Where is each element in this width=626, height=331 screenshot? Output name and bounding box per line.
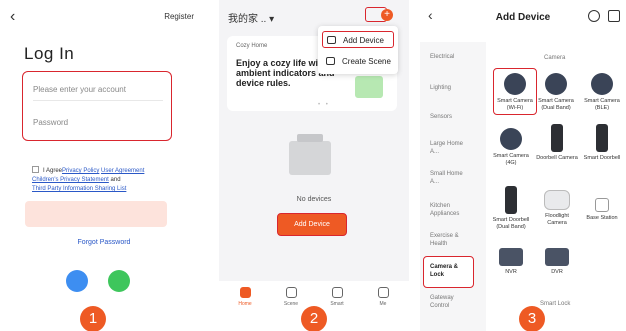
device-label: NVR bbox=[505, 269, 517, 275]
nvr-icon bbox=[499, 248, 523, 266]
smart-icon bbox=[331, 287, 343, 298]
carousel-dots: • • bbox=[318, 102, 330, 108]
login-button[interactable] bbox=[25, 201, 167, 227]
device-label: Doorbell Camera bbox=[536, 155, 578, 161]
device-smart-camera-dual-band[interactable]: Smart Camera (Dual Band) bbox=[534, 73, 578, 111]
lamp-illustration-icon bbox=[355, 76, 383, 98]
device-floodlight-camera[interactable]: Floodlight Camera bbox=[535, 190, 579, 226]
tab-label: Me bbox=[379, 301, 387, 307]
category-kitchen[interactable]: Kitchen Appliances bbox=[430, 202, 474, 218]
category-small-home[interactable]: Small Home A... bbox=[430, 170, 464, 186]
device-label: Smart Doorbell bbox=[583, 155, 621, 161]
tab-label: Home bbox=[238, 301, 252, 307]
device-label: Smart Doorbell (Dual Band) bbox=[492, 217, 530, 230]
menu-item-label: Add Device bbox=[343, 36, 384, 45]
scan-icon[interactable] bbox=[588, 10, 600, 22]
device-label: Smart Camera (Wi-Fi) bbox=[497, 98, 533, 111]
device-label: Smart Camera (BLE) bbox=[584, 98, 620, 111]
tab-label: Scene bbox=[283, 301, 299, 307]
home-selector[interactable]: 我的家 .. ▾ bbox=[228, 10, 274, 25]
step-badge: 3 bbox=[519, 306, 545, 331]
section-camera: Camera bbox=[544, 55, 566, 61]
agreement-text: I AgreePrivacy Policy User Agreement Chi… bbox=[32, 166, 182, 194]
tab-me[interactable]: Me bbox=[365, 287, 401, 307]
tab-smart[interactable]: Smart bbox=[319, 287, 355, 307]
profile-icon bbox=[377, 287, 389, 298]
no-devices-text: No devices bbox=[296, 196, 332, 203]
category-exercise[interactable]: Exercise & Health bbox=[430, 232, 470, 248]
doorbell-icon bbox=[596, 124, 608, 152]
page-title: Log In bbox=[24, 44, 75, 63]
card-caption: Cozy Home bbox=[236, 43, 268, 49]
doorbell-icon bbox=[551, 124, 563, 152]
login-screen: ‹ Register Log In Please enter your acco… bbox=[0, 0, 208, 331]
agree-checkbox[interactable] bbox=[32, 166, 39, 173]
menu-item-add-device[interactable]: Add Device bbox=[322, 31, 394, 48]
third-party-link[interactable]: Third Party Information Sharing List bbox=[32, 186, 126, 192]
device-smart-doorbell-dual-band[interactable]: Smart Doorbell (Dual Band) bbox=[489, 186, 533, 230]
device-icon bbox=[327, 36, 336, 44]
category-lighting[interactable]: Lighting bbox=[430, 84, 482, 92]
device-base-station[interactable]: Base Station bbox=[580, 198, 624, 222]
base-station-icon bbox=[595, 198, 609, 212]
scene-tab-icon bbox=[285, 287, 297, 298]
category-large-home[interactable]: Large Home A... bbox=[430, 140, 464, 156]
password-input[interactable]: Password bbox=[33, 118, 163, 133]
register-link[interactable]: Register bbox=[164, 12, 194, 21]
doorbell-icon bbox=[505, 186, 517, 214]
empty-box-icon bbox=[289, 134, 331, 175]
menu-item-label: Create Scene bbox=[342, 57, 391, 66]
device-doorbell-camera[interactable]: Doorbell Camera bbox=[535, 124, 579, 162]
add-menu: Add Device Create Scene bbox=[318, 26, 398, 74]
add-device-screen: ‹ Add Device Electrical Lighting Sensors… bbox=[420, 0, 626, 331]
device-label: Smart Camera (4G) bbox=[493, 153, 529, 166]
account-input[interactable]: Please enter your account bbox=[33, 85, 163, 101]
step-badge: 2 bbox=[301, 306, 327, 331]
device-label: Smart Camera (Dual Band) bbox=[538, 98, 574, 111]
wechat-login-icon[interactable] bbox=[108, 270, 130, 292]
childrens-privacy-link[interactable]: Children's Privacy Statement bbox=[32, 177, 109, 183]
device-nvr[interactable]: NVR bbox=[489, 248, 533, 276]
tab-scene[interactable]: Scene bbox=[273, 287, 309, 307]
device-smart-doorbell[interactable]: Smart Doorbell bbox=[580, 124, 624, 162]
camera-icon bbox=[500, 128, 522, 150]
home-screen: 我的家 .. ▾ + Cozy Home Enjoy a cozy life w… bbox=[219, 0, 409, 331]
qr-scan-icon[interactable] bbox=[608, 10, 620, 22]
tab-label: Smart bbox=[330, 301, 344, 307]
device-dvr[interactable]: DVR bbox=[535, 248, 579, 276]
agree-prefix: I Agree bbox=[43, 168, 63, 174]
scene-icon bbox=[326, 57, 335, 65]
plus-icon[interactable]: + bbox=[381, 9, 393, 21]
user-agreement-link[interactable]: User Agreement bbox=[101, 168, 144, 174]
step-badge: 1 bbox=[80, 306, 106, 331]
device-label: DVR bbox=[551, 269, 563, 275]
device-label: Base Station bbox=[586, 215, 618, 221]
add-device-button[interactable]: Add Device bbox=[277, 213, 347, 236]
camera-icon bbox=[504, 73, 526, 95]
camera-icon bbox=[545, 73, 567, 95]
and-text: and bbox=[110, 177, 121, 183]
category-sensors[interactable]: Sensors bbox=[430, 113, 482, 121]
login-fields-highlight: Please enter your account Password bbox=[22, 71, 172, 141]
tutorial-screenshots: ‹ Register Log In Please enter your acco… bbox=[0, 0, 626, 331]
category-electrical[interactable]: Electrical bbox=[430, 53, 482, 61]
forgot-password-link[interactable]: Forgot Password bbox=[0, 239, 208, 246]
menu-item-create-scene[interactable]: Create Scene bbox=[322, 53, 394, 70]
category-camera-lock[interactable]: Camera & Lock bbox=[423, 256, 474, 288]
back-arrow-icon[interactable]: ‹ bbox=[10, 8, 15, 26]
device-label: Floodlight Camera bbox=[545, 213, 569, 226]
section-smart-lock: Smart Lock bbox=[540, 301, 571, 307]
tab-home[interactable]: Home bbox=[227, 287, 263, 307]
bell-login-icon[interactable] bbox=[66, 270, 88, 292]
category-list: Electrical Lighting Sensors Large Home A… bbox=[420, 42, 486, 331]
camera-icon bbox=[591, 73, 613, 95]
privacy-policy-link[interactable]: Privacy Policy bbox=[62, 168, 99, 174]
category-gateway[interactable]: Gateway Control bbox=[430, 294, 464, 310]
floodlight-icon bbox=[544, 190, 570, 210]
home-icon bbox=[239, 287, 251, 298]
device-smart-camera-wifi[interactable]: Smart Camera (Wi-Fi) bbox=[493, 68, 537, 115]
device-smart-camera-4g[interactable]: Smart Camera (4G) bbox=[489, 128, 533, 166]
device-smart-camera-ble[interactable]: Smart Camera (BLE) bbox=[580, 73, 624, 111]
dvr-icon bbox=[545, 248, 569, 266]
